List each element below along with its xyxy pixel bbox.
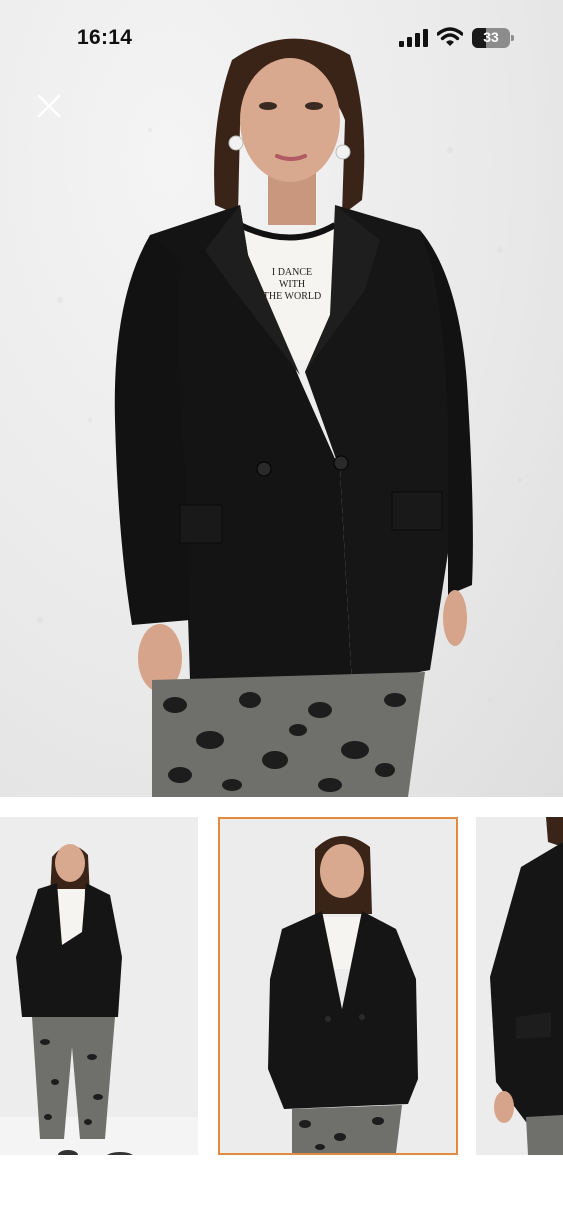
cellular-signal-icon [399,29,428,47]
battery-level: 33 [483,29,499,45]
wifi-icon [437,27,463,46]
status-bar: 16:14 33 [0,0,563,76]
shirt-text-line-1: I DANCE [272,267,312,278]
status-time: 16:14 [77,26,133,49]
close-icon[interactable] [32,89,66,123]
thumbnail-three-quarter-image [220,819,456,1153]
thumbnail-1[interactable] [0,817,198,1155]
thumbnail-3[interactable] [476,817,563,1155]
model-photo: I DANCE WITH THE WORLD [37,38,522,797]
image-gallery-thumbnails [0,797,563,1219]
battery-icon: 33 [472,28,514,48]
thumbnail-2-selected[interactable] [218,817,458,1155]
product-main-image[interactable]: I DANCE WITH THE WORLD [0,0,563,797]
shirt-text-line-3: THE WORLD [263,291,321,302]
thumbnail-full-body-image [0,817,198,1155]
thumbnail-side-view-image [476,817,563,1155]
shirt-text-line-2: WITH [279,279,305,290]
